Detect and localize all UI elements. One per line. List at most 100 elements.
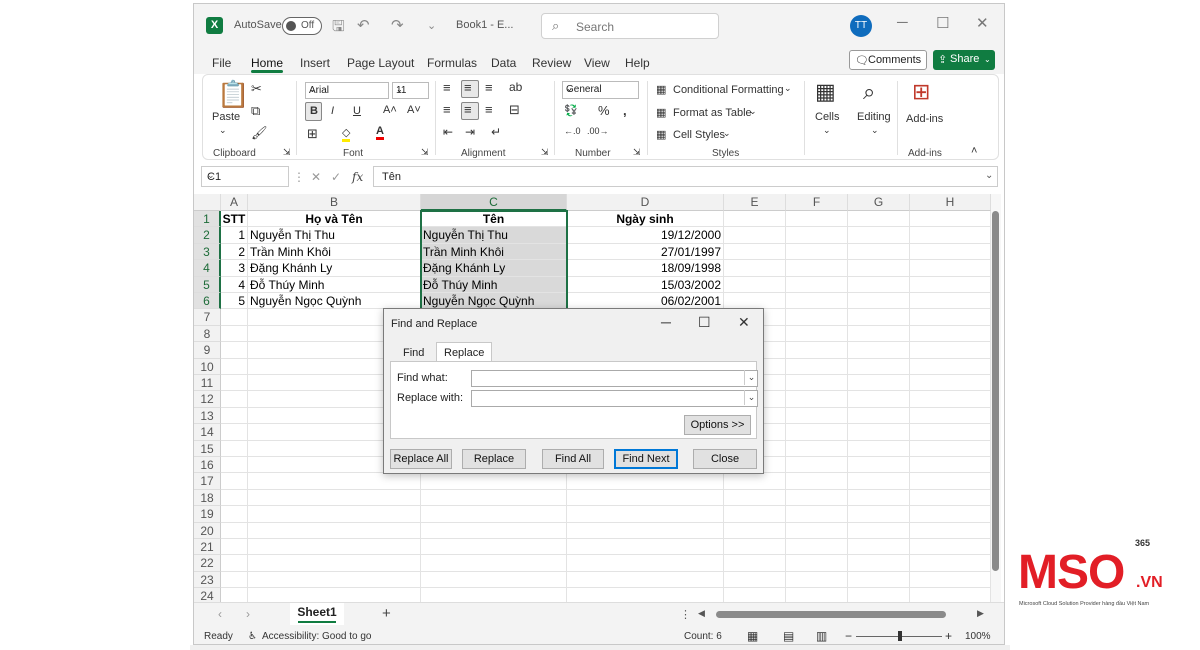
cell-f22[interactable] xyxy=(786,555,848,572)
cell-e19[interactable] xyxy=(724,506,786,523)
cell-g1[interactable] xyxy=(848,211,910,228)
cell-f14[interactable] xyxy=(786,424,848,441)
align-center-icon[interactable]: ≡ xyxy=(464,102,472,117)
number-format-select[interactable]: General ⌄ xyxy=(562,81,639,99)
cell-h22[interactable] xyxy=(910,555,991,572)
zoom-level[interactable]: 100% xyxy=(965,631,991,642)
cell-f12[interactable] xyxy=(786,391,848,408)
cell-g5[interactable] xyxy=(848,276,910,293)
cell-g23[interactable] xyxy=(848,571,910,589)
row-header-17[interactable]: 17 xyxy=(194,473,221,490)
merge-center-icon[interactable]: ⊟ xyxy=(509,102,520,118)
cell-a19[interactable] xyxy=(221,506,248,523)
row-header-15[interactable]: 15 xyxy=(194,440,221,457)
column-header-d[interactable]: D xyxy=(567,194,724,211)
replace-button[interactable]: Replace xyxy=(462,449,526,469)
cell-f13[interactable] xyxy=(786,407,848,425)
tab-split-handle-icon[interactable]: ⋮ xyxy=(680,608,691,621)
cell-g17[interactable] xyxy=(848,473,910,490)
column-header-g[interactable]: G xyxy=(848,194,910,211)
cell-a14[interactable] xyxy=(221,424,248,441)
cell-g14[interactable] xyxy=(848,424,910,441)
enter-icon[interactable]: ✓ xyxy=(331,170,341,184)
row-header-5[interactable]: 5 xyxy=(194,276,221,293)
name-box[interactable]: C1 ⌄ xyxy=(201,166,289,187)
wrap-text-icon[interactable]: ↵ xyxy=(491,125,501,139)
cell-c19[interactable] xyxy=(421,506,567,523)
cell-g18[interactable] xyxy=(848,489,910,507)
autosave-toggle[interactable]: Off xyxy=(282,17,322,35)
expand-formula-bar-icon[interactable]: ⌄ xyxy=(985,170,993,181)
row-header-1[interactable]: 1 xyxy=(194,211,221,228)
cell-e1[interactable] xyxy=(724,211,786,228)
orientation-icon[interactable]: ab xyxy=(509,80,522,94)
cell-h9[interactable] xyxy=(910,342,991,359)
cell-h8[interactable] xyxy=(910,325,991,343)
cell-f2[interactable] xyxy=(786,227,848,244)
cell-c5[interactable]: Đỗ Thúy Minh xyxy=(421,276,567,293)
cell-g9[interactable] xyxy=(848,342,910,359)
font-launcher-icon[interactable]: ⇲ xyxy=(421,147,429,158)
number-launcher-icon[interactable]: ⇲ xyxy=(633,147,641,158)
decrease-font-icon[interactable]: A˅ xyxy=(407,104,421,116)
cell-c21[interactable] xyxy=(421,539,567,556)
dialog-tab-find[interactable]: Find xyxy=(396,343,431,361)
cell-f4[interactable] xyxy=(786,260,848,277)
cell-a1[interactable]: STT xyxy=(221,211,248,228)
close-button[interactable]: Close xyxy=(693,449,757,469)
cell-a6[interactable]: 5 xyxy=(221,293,248,310)
cell-g4[interactable] xyxy=(848,260,910,277)
cell-f19[interactable] xyxy=(786,506,848,523)
find-all-button[interactable]: Find All xyxy=(542,449,604,469)
increase-decimal-icon[interactable]: ←.0 xyxy=(564,126,581,136)
cell-g16[interactable] xyxy=(848,457,910,474)
cell-h4[interactable] xyxy=(910,260,991,277)
cell-b24[interactable] xyxy=(248,588,421,602)
font-color-icon[interactable]: A xyxy=(376,125,384,140)
accessibility-status[interactable]: Accessibility: Good to go xyxy=(262,631,372,642)
normal-view-icon[interactable]: ▦ xyxy=(747,629,758,643)
percent-icon[interactable]: % xyxy=(598,103,610,118)
maximize-icon[interactable]: ☐ xyxy=(936,14,949,32)
align-right-icon[interactable]: ≡ xyxy=(485,102,493,117)
cell-a7[interactable] xyxy=(221,309,248,326)
cell-b17[interactable] xyxy=(248,473,421,490)
cell-h21[interactable] xyxy=(910,539,991,556)
cell-c18[interactable] xyxy=(421,489,567,507)
cell-c1[interactable]: Tên xyxy=(421,211,567,228)
cell-a5[interactable]: 4 xyxy=(221,276,248,293)
cell-h3[interactable] xyxy=(910,243,991,261)
cell-g7[interactable] xyxy=(848,309,910,326)
cell-a22[interactable] xyxy=(221,555,248,572)
tab-home[interactable]: Home xyxy=(251,56,283,70)
align-left-icon[interactable]: ≡ xyxy=(443,102,451,117)
accounting-format-icon[interactable]: 💱 xyxy=(564,104,578,117)
cell-f5[interactable] xyxy=(786,276,848,293)
cell-b3[interactable]: Trần Minh Khôi xyxy=(248,243,421,261)
cell-g6[interactable] xyxy=(848,293,910,310)
cell-f7[interactable] xyxy=(786,309,848,326)
cell-h15[interactable] xyxy=(910,440,991,457)
tab-view[interactable]: View xyxy=(584,56,610,70)
cell-b21[interactable] xyxy=(248,539,421,556)
cell-a17[interactable] xyxy=(221,473,248,490)
cell-d1[interactable]: Ngày sinh xyxy=(567,211,724,228)
cell-h6[interactable] xyxy=(910,293,991,310)
next-sheet-icon[interactable]: › xyxy=(246,607,250,621)
tab-data[interactable]: Data xyxy=(491,56,516,70)
cell-h17[interactable] xyxy=(910,473,991,490)
close-icon[interactable]: ✕ xyxy=(976,14,989,32)
cell-a2[interactable]: 1 xyxy=(221,227,248,244)
underline-button[interactable]: U xyxy=(353,105,361,117)
zoom-in-icon[interactable]: + xyxy=(945,629,952,643)
cancel-icon[interactable]: ✕ xyxy=(311,170,321,184)
formula-input[interactable]: Tên xyxy=(373,166,998,187)
font-name-select[interactable]: Arial ⌄ xyxy=(305,82,389,99)
cell-h7[interactable] xyxy=(910,309,991,326)
cell-b6[interactable]: Nguyễn Ngọc Quỳnh xyxy=(248,293,421,310)
row-header-21[interactable]: 21 xyxy=(194,539,221,556)
cell-a3[interactable]: 2 xyxy=(221,243,248,261)
scroll-right-icon[interactable]: ▶ xyxy=(977,608,984,619)
tab-file[interactable]: File xyxy=(212,56,231,70)
select-all-corner[interactable] xyxy=(194,194,221,211)
